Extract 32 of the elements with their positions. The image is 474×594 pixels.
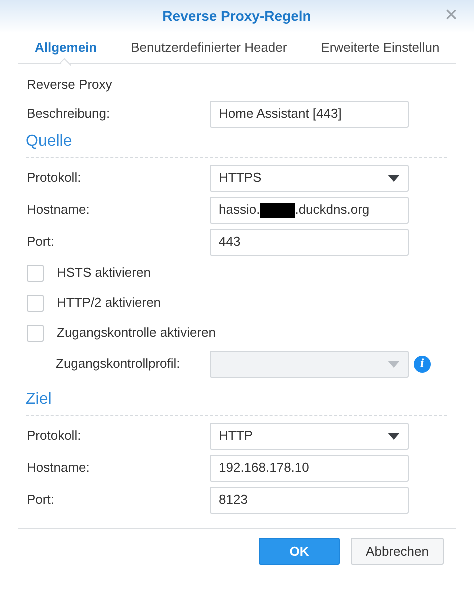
tab[interactable]: Benutzerdefinierter Header — [114, 33, 304, 63]
dropdown[interactable]: HTTP — [210, 422, 409, 450]
checkbox-label: Zugangskontrolle aktivieren — [57, 324, 216, 342]
field-label: Hostname: — [27, 201, 91, 220]
field-label: Beschreibung: — [27, 105, 112, 124]
checkbox-label: HTTP/2 aktivieren — [57, 294, 162, 312]
input-field[interactable]: 192.168.178.10 — [210, 454, 409, 482]
input-field[interactable]: 443 — [210, 228, 409, 256]
window-title: Reverse Proxy-Regeln — [162, 7, 312, 26]
checkbox[interactable] — [27, 264, 44, 282]
tab[interactable]: Erweiterte Einstellun — [304, 33, 457, 63]
dropdown[interactable]: HTTPS — [210, 164, 409, 192]
section-caption: Reverse Proxy — [27, 76, 114, 94]
input-field[interactable]: 8123 — [210, 486, 409, 514]
field-label: Zugangskontrollprofil: — [56, 355, 182, 374]
section-heading: Quelle — [26, 132, 72, 152]
caret-icon — [388, 174, 400, 182]
input-field[interactable]: Home Assistant [443] — [210, 100, 409, 128]
section-heading: Ziel — [26, 390, 52, 410]
checkbox-label: HSTS aktivieren — [57, 264, 151, 282]
checkbox[interactable] — [27, 294, 44, 312]
input-field[interactable]: hassio. .duckdns.org — [210, 196, 409, 224]
cancel-button[interactable]: Abbrechen — [351, 538, 444, 565]
field-label: Port: — [27, 233, 56, 252]
field-label: Protokoll: — [27, 427, 82, 446]
caret-icon — [388, 432, 400, 440]
field-label: Port: — [27, 491, 56, 510]
tab[interactable]: Allgemein — [18, 33, 114, 63]
caret-icon — [388, 360, 400, 368]
field-label: Protokoll: — [27, 169, 82, 188]
checkbox[interactable] — [27, 324, 44, 342]
field-label: Hostname: — [27, 459, 91, 478]
